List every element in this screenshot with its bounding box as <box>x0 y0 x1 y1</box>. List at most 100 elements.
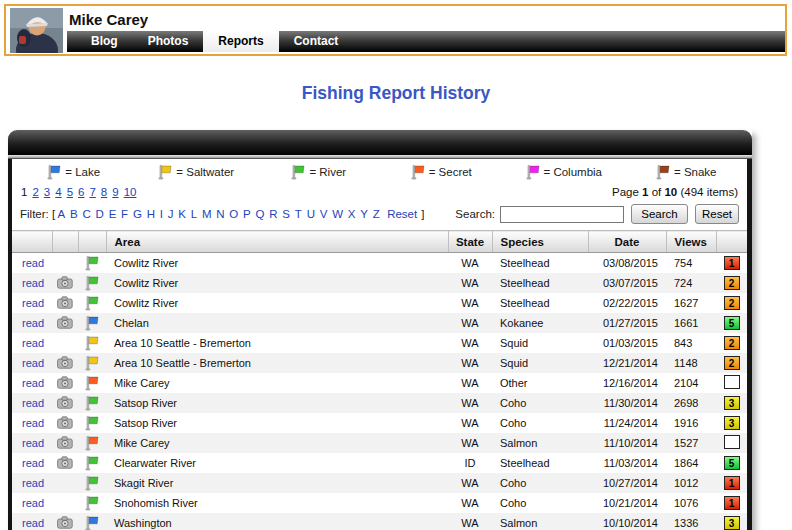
page-number-link[interactable]: 6 <box>78 186 84 198</box>
read-link[interactable]: read <box>22 417 44 429</box>
area-cell: Cowlitz River <box>106 273 448 293</box>
search-button[interactable]: Search <box>631 204 688 224</box>
letter-filter-Q[interactable]: Q <box>256 208 265 220</box>
rating-badge: 3 <box>724 516 740 530</box>
views-cell: 1627 <box>666 293 716 313</box>
species-cell: Salmon <box>492 433 588 453</box>
letter-filter-J[interactable]: J <box>168 208 174 220</box>
page-number-link[interactable]: 3 <box>44 186 50 198</box>
read-link[interactable]: read <box>22 277 44 289</box>
flag-cell <box>78 453 106 473</box>
page-number-link[interactable]: 5 <box>67 186 73 198</box>
letter-filter-T[interactable]: T <box>295 208 302 220</box>
page-number-link[interactable]: 2 <box>32 186 38 198</box>
tab-reports[interactable]: Reports <box>203 31 278 52</box>
tab-contact[interactable]: Contact <box>279 31 354 52</box>
species-cell: Other <box>492 373 588 393</box>
col-date[interactable]: Date <box>588 231 666 253</box>
read-link[interactable]: read <box>22 317 44 329</box>
flag-icon-columbia <box>525 164 541 180</box>
legend-item-river: = River <box>257 164 380 180</box>
read-link[interactable]: read <box>22 397 44 409</box>
letter-filter-N[interactable]: N <box>216 208 224 220</box>
read-link[interactable]: read <box>22 377 44 389</box>
badge-cell <box>716 373 747 393</box>
camera-cell <box>52 393 78 413</box>
state-cell: WA <box>448 493 492 513</box>
area-cell: Cowlitz River <box>106 253 448 273</box>
letter-filter-W[interactable]: W <box>332 208 343 220</box>
read-link[interactable]: read <box>22 517 44 529</box>
tab-photos[interactable]: Photos <box>133 31 204 52</box>
flag-icon-lake <box>84 315 100 331</box>
letter-filter-D[interactable]: D <box>96 208 104 220</box>
read-link[interactable]: read <box>22 437 44 449</box>
col-area[interactable]: Area <box>106 231 448 253</box>
report-row: read Mike CareyWASalmon11/10/20141527 <box>12 433 747 453</box>
col-species[interactable]: Species <box>492 231 588 253</box>
panel-top-bar <box>8 130 752 155</box>
letter-filter-P[interactable]: P <box>243 208 251 220</box>
tab-blog[interactable]: Blog <box>76 31 133 52</box>
report-row: read Skagit RiverWACoho10/27/201410121 <box>12 473 747 493</box>
letter-filter-L[interactable]: L <box>191 208 197 220</box>
state-cell: WA <box>448 333 492 353</box>
flag-cell <box>78 473 106 493</box>
letter-filter-C[interactable]: C <box>82 208 90 220</box>
col-views[interactable]: Views <box>666 231 716 253</box>
letter-filter-V[interactable]: V <box>320 208 328 220</box>
letter-filter-Y[interactable]: Y <box>360 208 368 220</box>
letter-filter-I[interactable]: I <box>160 208 163 220</box>
page-title: Fishing Report History <box>0 83 792 104</box>
page-number-link[interactable]: 9 <box>112 186 118 198</box>
col-badge <box>716 231 747 253</box>
read-link[interactable]: read <box>22 257 44 269</box>
badge-cell: 3 <box>716 393 747 413</box>
views-cell: 1012 <box>666 473 716 493</box>
letter-filter-G[interactable]: G <box>133 208 142 220</box>
page-number-link[interactable]: 7 <box>89 186 95 198</box>
letter-filter-K[interactable]: K <box>178 208 186 220</box>
page-number-link[interactable]: 8 <box>101 186 107 198</box>
read-link[interactable]: read <box>22 337 44 349</box>
letter-filter-B[interactable]: B <box>70 208 78 220</box>
read-link[interactable]: read <box>22 297 44 309</box>
area-cell: Mike Carey <box>106 433 448 453</box>
letter-filter-M[interactable]: M <box>202 208 212 220</box>
read-link[interactable]: read <box>22 457 44 469</box>
col-state[interactable]: State <box>448 231 492 253</box>
letter-filter-Z[interactable]: Z <box>373 208 380 220</box>
letter-filter-U[interactable]: U <box>307 208 315 220</box>
read-link[interactable]: read <box>22 357 44 369</box>
camera-icon <box>57 356 73 369</box>
page-number-link[interactable]: 4 <box>55 186 61 198</box>
site-header: Mike Carey BlogPhotosReportsContact <box>4 4 787 56</box>
letter-filter-R[interactable]: R <box>269 208 277 220</box>
filter-reset-link[interactable]: Reset <box>387 208 417 220</box>
reset-button[interactable]: Reset <box>695 204 739 224</box>
views-cell: 1661 <box>666 313 716 333</box>
read-cell: read <box>12 453 52 473</box>
read-cell: read <box>12 493 52 513</box>
letter-filter-A[interactable]: A <box>58 208 66 220</box>
date-cell: 12/16/2014 <box>588 373 666 393</box>
letter-filter-O[interactable]: O <box>229 208 238 220</box>
camera-icon <box>57 396 73 409</box>
rating-badge: 3 <box>724 396 740 410</box>
page-number-link[interactable]: 10 <box>124 186 137 198</box>
date-cell: 10/27/2014 <box>588 473 666 493</box>
letter-filter-E[interactable]: E <box>109 208 117 220</box>
letter-filter-S[interactable]: S <box>282 208 290 220</box>
flag-icon-snake <box>655 164 671 180</box>
avatar <box>10 8 63 53</box>
letter-filter-X[interactable]: X <box>348 208 356 220</box>
badge-cell: 2 <box>716 353 747 373</box>
col-camera <box>52 231 78 253</box>
letter-filter-H[interactable]: H <box>147 208 155 220</box>
read-link[interactable]: read <box>22 477 44 489</box>
search-input[interactable] <box>500 206 624 223</box>
flag-cell <box>78 333 106 353</box>
report-row: read WashingtonWASalmon10/10/201413363 <box>12 513 747 530</box>
letter-filter-F[interactable]: F <box>121 208 128 220</box>
read-link[interactable]: read <box>22 497 44 509</box>
